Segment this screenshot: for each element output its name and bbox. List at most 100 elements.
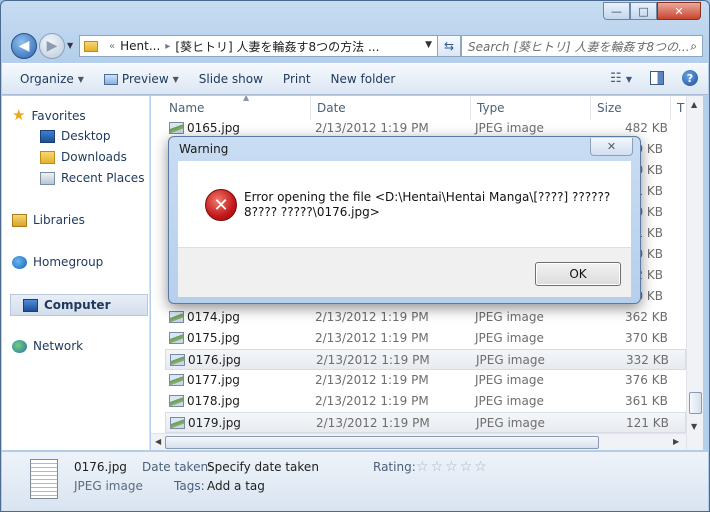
horizontal-scrollbar[interactable]: ◀ ▶ [151, 433, 686, 450]
table-row-hover[interactable]: 0179.jpg 2/13/2012 1:19 PM JPEG image 121 K… [165, 412, 686, 433]
new-folder-label: New folder [330, 72, 396, 86]
column-header-label: Size [597, 101, 622, 115]
file-type: JPEG image [475, 331, 544, 345]
chevron-down-icon: ▼ [77, 74, 84, 84]
file-name: 0178.jpg [187, 394, 240, 408]
jpeg-thumbnail-icon [169, 395, 184, 407]
tags-label: Tags: [174, 479, 205, 493]
navigation-pane: ★ Favorites Desktop Downloads Recent Pla… [2, 96, 150, 450]
file-name: 0179.jpg [188, 416, 241, 430]
column-header-type[interactable]: Type [471, 96, 591, 120]
column-header-size[interactable]: Size [591, 96, 671, 120]
sidebar-item-network[interactable]: Network [12, 339, 83, 353]
file-date: 2/13/2012 1:19 PM [316, 416, 430, 430]
sidebar-item-desktop[interactable]: Desktop [40, 129, 111, 143]
column-header-name[interactable]: Name ▲ [163, 96, 311, 120]
scroll-left-icon[interactable]: ◀ [155, 437, 161, 446]
column-header-date[interactable]: Date [311, 96, 471, 120]
search-placeholder: Search [葵ヒトリ] 人妻を輪姦す8つの... [468, 39, 690, 54]
table-row[interactable]: 0177.jpg 2/13/2012 1:19 PM JPEG image 376 K… [165, 370, 686, 391]
dialog-title: Warning [179, 142, 229, 156]
search-input[interactable]: Search [葵ヒトリ] 人妻を輪姦す8つの... ⌕ [461, 35, 703, 57]
date-taken-value[interactable]: Specify date taken [207, 460, 319, 474]
file-name: 0176.jpg [188, 353, 241, 367]
file-size: 482 KB [625, 121, 668, 135]
jpeg-thumbnail-icon [169, 332, 184, 344]
file-name: 0175.jpg [187, 331, 240, 345]
error-icon: ✕ [205, 189, 237, 221]
downloads-folder-icon [40, 150, 55, 164]
search-icon[interactable]: ⌕ [690, 39, 697, 54]
sidebar-item-favorites[interactable]: ★ Favorites [12, 108, 86, 123]
sidebar-item-downloads[interactable]: Downloads [40, 150, 127, 164]
minimize-icon: — [611, 4, 622, 18]
print-label: Print [282, 72, 311, 86]
chevron-right-icon[interactable]: ▸ [165, 41, 170, 52]
file-preview-thumbnail [30, 459, 58, 499]
change-view-icon[interactable]: ☷ ▼ [610, 71, 632, 86]
star-icon[interactable]: ☆ [416, 460, 429, 474]
jpeg-thumbnail-icon [170, 354, 185, 366]
star-icon[interactable]: ☆ [431, 460, 444, 474]
column-header-extra[interactable]: T [671, 96, 686, 120]
sidebar-item-computer[interactable]: Computer [10, 294, 148, 316]
print-button[interactable]: Print [273, 72, 321, 86]
minimize-button[interactable]: — [603, 2, 630, 20]
breadcrumb-current[interactable]: [葵ヒトリ] 人妻を輪姦す8つの方法 ... [175, 38, 379, 55]
dialog-body: ✕ Error opening the file <D:\Hentai\Hent… [178, 161, 631, 247]
table-row[interactable]: 0174.jpg 2/13/2012 1:19 PM JPEG image 362 K… [165, 307, 686, 328]
rating-stars[interactable]: ☆ ☆ ☆ ☆ ☆ [416, 460, 487, 474]
sidebar-item-label: Desktop [61, 129, 111, 143]
dialog-close-button[interactable]: ✕ [590, 138, 633, 156]
table-row[interactable]: 0175.jpg 2/13/2012 1:19 PM JPEG image 370 K… [165, 328, 686, 349]
file-size: 370 KB [625, 331, 668, 345]
star-icon[interactable]: ☆ [445, 460, 458, 474]
back-button[interactable]: ◀ [11, 33, 37, 59]
sidebar-item-libraries[interactable]: Libraries [12, 213, 85, 227]
scroll-up-icon[interactable]: ▲ [691, 100, 697, 109]
recent-places-icon [40, 171, 55, 185]
star-icon: ★ [12, 106, 26, 124]
rating-label: Rating: [373, 460, 416, 474]
sidebar-item-label: Recent Places [61, 171, 145, 185]
preview-label: Preview [121, 72, 169, 86]
slideshow-button[interactable]: Slide show [189, 72, 273, 86]
ok-button[interactable]: OK [535, 262, 621, 286]
maximize-button[interactable]: □ [630, 2, 657, 20]
scroll-right-icon[interactable]: ▶ [673, 437, 679, 446]
close-button[interactable]: ✕ [657, 2, 701, 20]
vertical-scroll-thumb[interactable] [689, 392, 702, 414]
sidebar-item-recent-places[interactable]: Recent Places [40, 171, 144, 185]
address-dropdown-icon[interactable]: ▼ [425, 40, 432, 50]
horizontal-scroll-thumb[interactable] [165, 436, 599, 449]
address-bar[interactable]: « Hent... ▸ [葵ヒトリ] 人妻を輪姦す8つの方法 ... ▼ [79, 35, 439, 57]
jpeg-thumbnail-icon [169, 311, 184, 323]
organize-label: Organize [20, 72, 74, 86]
star-icon[interactable]: ☆ [474, 460, 487, 474]
date-taken-label: Date taken: [142, 460, 213, 474]
sidebar-item-homegroup[interactable]: Homegroup [12, 255, 103, 269]
new-folder-button[interactable]: New folder [321, 72, 406, 86]
breadcrumb-parent[interactable]: Hent... [120, 39, 160, 53]
forward-arrow-icon: ▶ [46, 38, 58, 54]
table-row[interactable]: 0178.jpg 2/13/2012 1:19 PM JPEG image 361 K… [165, 391, 686, 412]
organize-menu[interactable]: Organize ▼ [10, 72, 94, 86]
maximize-icon: □ [638, 4, 649, 18]
recent-pages-dropdown[interactable]: ▼ [67, 41, 73, 50]
file-type: JPEG image [475, 310, 544, 324]
file-date: 2/13/2012 1:19 PM [315, 373, 429, 387]
preview-menu[interactable]: Preview ▼ [94, 72, 189, 86]
file-type: JPEG image [475, 373, 544, 387]
star-icon[interactable]: ☆ [460, 460, 473, 474]
tags-value[interactable]: Add a tag [207, 479, 265, 493]
vertical-scrollbar[interactable]: ▲ ▼ [686, 96, 703, 450]
scroll-down-icon[interactable]: ▼ [691, 422, 697, 431]
file-size: 361 KB [625, 394, 668, 408]
preview-pane-icon[interactable] [650, 71, 664, 85]
file-name: 0165.jpg [187, 121, 240, 135]
help-icon[interactable]: ? [682, 70, 698, 86]
refresh-button[interactable]: ⇆ [437, 35, 461, 57]
table-row-selected[interactable]: 0176.jpg 2/13/2012 1:19 PM JPEG image 332 K… [165, 349, 686, 370]
forward-button[interactable]: ▶ [39, 33, 65, 59]
sort-ascending-icon: ▲ [243, 96, 250, 102]
